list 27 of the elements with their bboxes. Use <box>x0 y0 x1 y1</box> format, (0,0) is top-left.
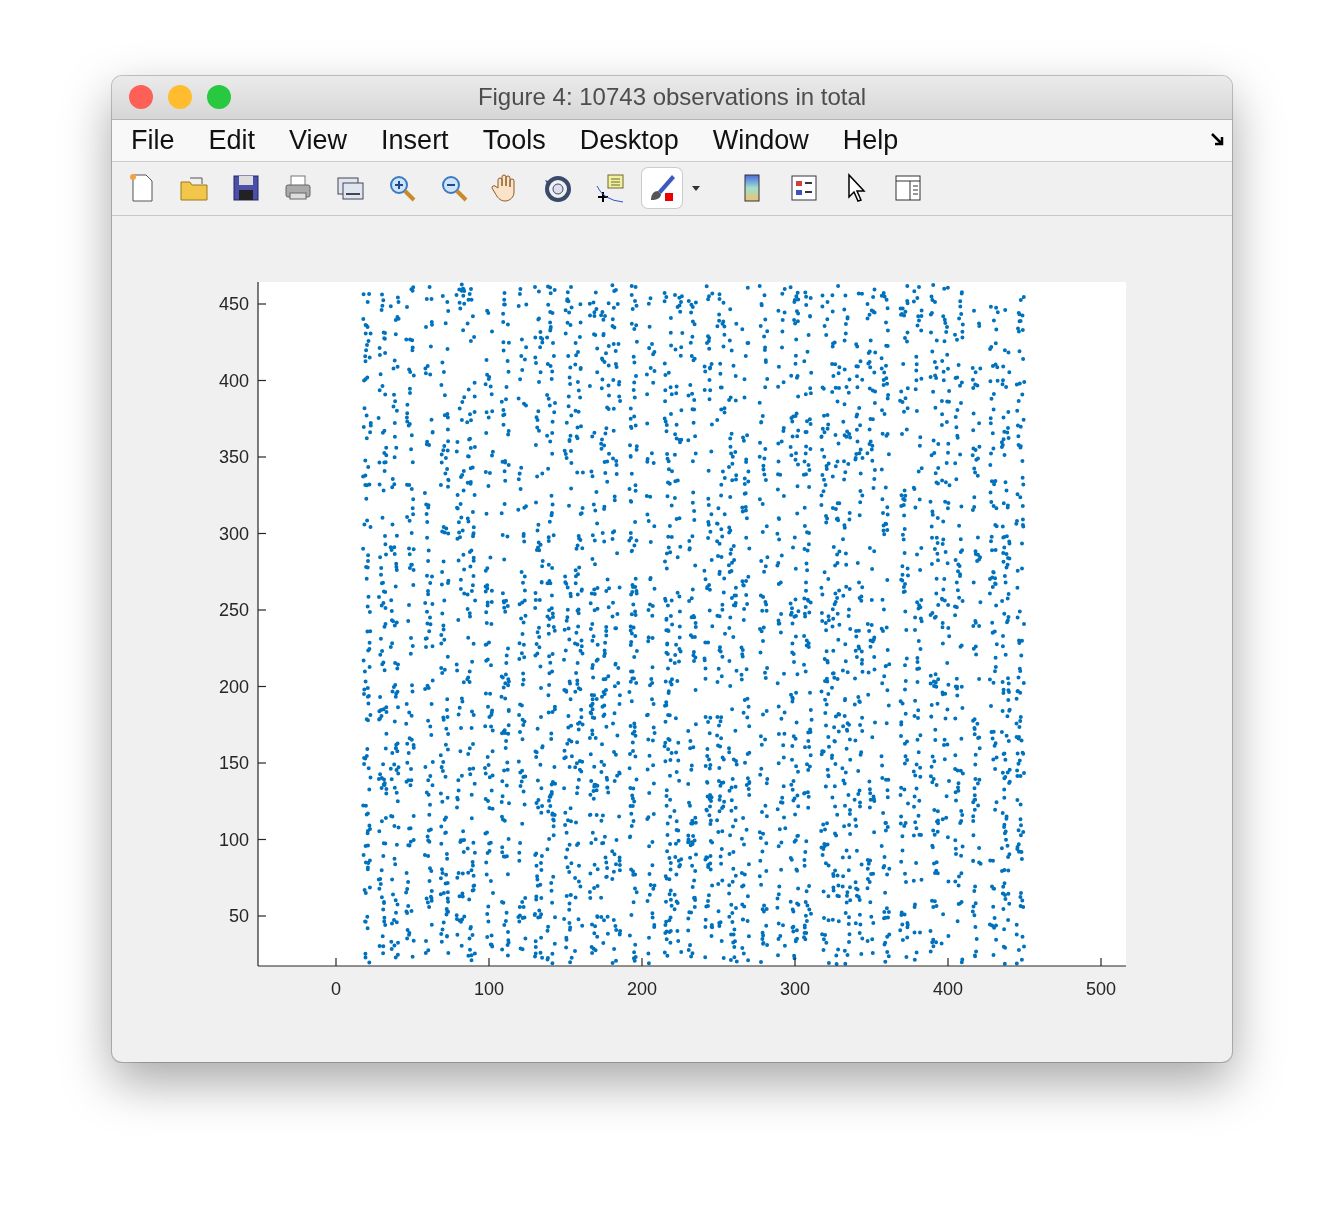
menu-item[interactable]: Help <box>842 124 917 156</box>
y-tick-label: 150 <box>218 753 249 773</box>
y-tick-label: 350 <box>218 447 249 467</box>
x-tick-label: 300 <box>780 979 810 999</box>
y-tick-label: 100 <box>218 829 249 850</box>
menu-item[interactable]: Tools <box>482 124 564 156</box>
y-tick-label: 400 <box>218 370 249 391</box>
menu-item[interactable]: Insert <box>381 124 467 156</box>
brush-icon[interactable] <box>642 168 682 209</box>
y-tick-label: 300 <box>218 523 249 544</box>
menu-item[interactable]: Edit <box>208 124 274 156</box>
menu-item[interactable]: Desktop <box>579 124 697 156</box>
menu-item[interactable]: View <box>289 124 366 156</box>
menu-item[interactable]: File <box>131 124 193 156</box>
x-tick-label: 200 <box>627 979 657 999</box>
x-tick-label: 400 <box>933 979 963 999</box>
window-title: Figure 4: 10743 observations in total <box>477 83 867 111</box>
x-tick-label: 0 <box>331 979 341 999</box>
x-tick-label: 100 <box>474 979 504 999</box>
y-tick-label: 200 <box>218 676 249 697</box>
y-tick-label: 450 <box>218 294 249 314</box>
y-tick-label: 50 <box>228 906 249 926</box>
dock-arrow-icon[interactable] <box>1210 131 1224 146</box>
menu-item[interactable]: Window <box>712 124 827 156</box>
x-tick-label: 500 <box>1086 979 1116 999</box>
y-tick-label: 250 <box>218 600 249 620</box>
close-button[interactable] <box>129 85 153 110</box>
